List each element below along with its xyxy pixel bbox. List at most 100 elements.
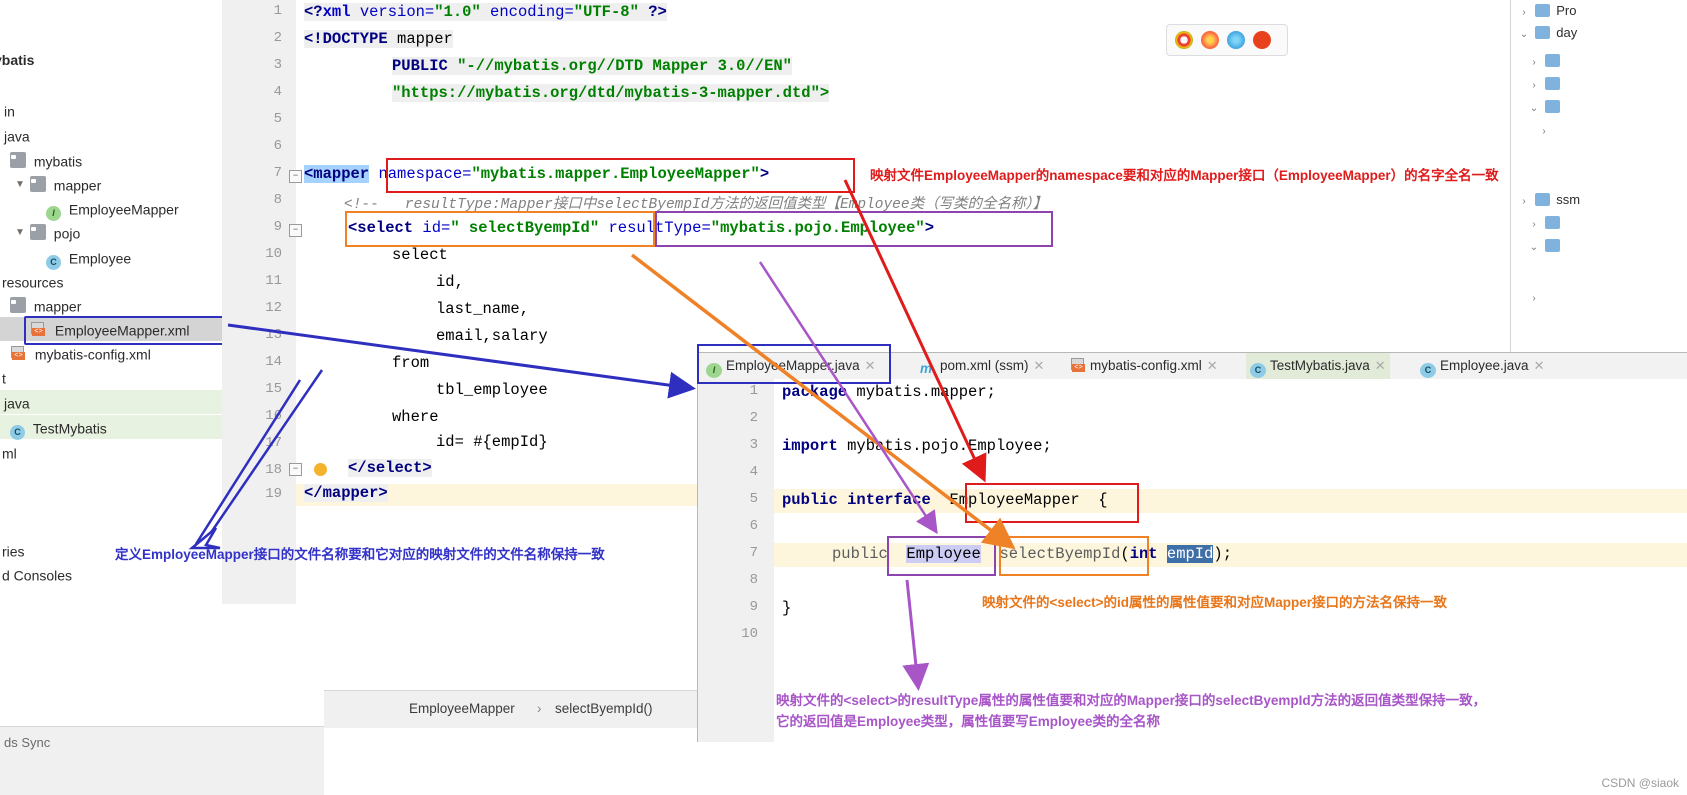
xml-token: ?> [638, 3, 667, 21]
tab-mybatis-config-xml[interactable]: <> mybatis-config.xml ✕ [1066, 353, 1222, 379]
right-strip-row-day[interactable]: ⌄ day [1517, 22, 1577, 44]
line-number: 8 [273, 192, 282, 208]
xml-line-15: tbl_employee [436, 381, 548, 399]
xml-token: <!DOCTYPE [304, 30, 388, 48]
sidebar-item-ml[interactable]: ml [0, 440, 222, 464]
xml-gutter: 1 2 3 4 5 6 7 8 9 10 11 12 13 14 15 16 1… [222, 0, 297, 604]
bottom-status-bar: ds Sync [0, 726, 324, 795]
java-token: public [782, 491, 838, 509]
chevron-right-icon[interactable]: › [1517, 191, 1531, 213]
breadcrumb-separator: › [537, 701, 542, 716]
right-strip-row-5[interactable]: ⌄ [1527, 96, 1563, 118]
java-token: mybatis.pojo.Employee; [837, 437, 1052, 455]
close-icon[interactable]: ✕ [1207, 358, 1218, 373]
close-icon[interactable]: ✕ [1534, 358, 1545, 373]
line-number: 6 [273, 138, 282, 154]
sidebar-item-employeemapper[interactable]: I EmployeeMapper [0, 196, 222, 221]
edge-icon[interactable] [1227, 31, 1245, 49]
xml-token: version= [350, 3, 435, 21]
tab-employee-java[interactable]: C Employee.java ✕ [1416, 353, 1548, 379]
chevron-right-icon[interactable]: › [1537, 121, 1551, 143]
right-strip-label: day [1556, 25, 1578, 40]
annotation-box-interface-name [965, 483, 1139, 523]
sidebar-item-pojo[interactable]: ▼ pojo [0, 220, 222, 244]
firefox-icon[interactable] [1201, 31, 1219, 49]
module-icon [1544, 77, 1560, 90]
xml-line-18: </select> [348, 459, 432, 477]
chevron-down-icon[interactable]: ⌄ [1527, 98, 1541, 120]
right-tool-strip[interactable]: › Pro ⌄ day › › ⌄ › › ssm › ⌄ › [1510, 0, 1687, 352]
fold-marker[interactable]: − [289, 224, 302, 237]
java-token: public [832, 545, 888, 563]
line-number: 12 [265, 300, 282, 316]
tab-testmybatis-java[interactable]: C TestMybatis.java ✕ [1246, 353, 1390, 379]
java-token: interface [847, 491, 931, 509]
java-line-9: } [782, 599, 792, 617]
sidebar-item-testmybatis[interactable]: C TestMybatis [0, 415, 222, 440]
sidebar-item-consoles[interactable]: d Consoles [0, 562, 222, 586]
sidebar-item-mybatis[interactable]: mybatis [0, 148, 222, 172]
xml-line-11: id, [436, 273, 464, 291]
close-icon[interactable]: ✕ [1034, 358, 1045, 373]
sidebar-item-java[interactable]: java [0, 123, 222, 147]
line-number: 16 [265, 408, 282, 424]
chevron-right-icon[interactable]: › [1527, 288, 1541, 310]
xml-line-16: where [392, 408, 439, 426]
annotation-file-name-note: 定义EmployeeMapper接口的文件名称要和它对应的映射文件的文件名称保持… [115, 547, 605, 562]
right-strip-row-pro[interactable]: › Pro [1517, 0, 1576, 22]
chevron-down-icon[interactable]: ▼ [14, 173, 26, 197]
breadcrumb-bar[interactable]: EmployeeMapper › selectByempId() [324, 690, 697, 728]
sidebar-item-mapper[interactable]: ▼ mapper [0, 172, 222, 196]
chevron-right-icon[interactable]: › [1527, 52, 1541, 74]
fold-marker[interactable]: − [289, 170, 302, 183]
sidebar-item-in[interactable]: in [0, 98, 222, 122]
line-number: 14 [265, 354, 282, 370]
sidebar-item-resources[interactable]: resources [0, 269, 222, 293]
right-strip-row-9[interactable]: ⌄ [1527, 235, 1563, 257]
opera-icon[interactable] [1253, 31, 1271, 49]
chevron-down-icon[interactable]: ⌄ [1527, 237, 1541, 259]
line-number: 1 [749, 383, 758, 399]
folder-icon [10, 297, 26, 313]
xml-token: </mapper> [304, 484, 388, 502]
xml-token: "-//mybatis.org//DTD Mapper 3.0//EN" [457, 57, 792, 75]
line-number: 5 [273, 111, 282, 127]
xml-line-2: <!DOCTYPE mapper [304, 30, 453, 48]
sidebar-item-employee[interactable]: C Employee [0, 245, 222, 270]
close-icon[interactable]: ✕ [1375, 358, 1386, 373]
right-strip-row-8[interactable]: › [1527, 212, 1563, 234]
browser-preview-toolbar[interactable] [1166, 24, 1288, 56]
xml-token: <mapper [304, 165, 370, 183]
chevron-right-icon[interactable]: › [1517, 2, 1531, 24]
sidebar-item-mapper-res[interactable]: mapper [0, 293, 222, 317]
fold-marker[interactable]: − [289, 463, 302, 476]
chevron-down-icon[interactable]: ▼ [14, 221, 26, 245]
right-strip-row-10[interactable]: › [1527, 286, 1541, 308]
project-sidebar[interactable]: ybatis in java mybatis ▼ mapper I Employ… [0, 0, 223, 604]
watermark-label: CSDN @siaok [1601, 776, 1679, 790]
right-strip-row-3[interactable]: › [1527, 50, 1563, 72]
chevron-right-icon[interactable]: › [1527, 214, 1541, 236]
xml-line-12: last_name, [436, 300, 530, 318]
annotation-box-select-id [345, 211, 655, 247]
right-strip-row-ssm[interactable]: › ssm [1517, 189, 1580, 211]
sidebar-item-java-test[interactable]: java [0, 390, 222, 414]
tab-pom-xml[interactable]: m pom.xml (ssm) ✕ [916, 353, 1048, 379]
breadcrumb-item-class[interactable]: EmployeeMapper [409, 701, 515, 716]
chrome-icon[interactable] [1175, 31, 1193, 49]
breadcrumb-item-method[interactable]: selectByempId() [555, 701, 653, 716]
line-number: 13 [265, 327, 282, 343]
line-number: 15 [265, 381, 282, 397]
chevron-down-icon[interactable]: ⌄ [1517, 24, 1531, 46]
xml-token: "1.0" [434, 3, 481, 21]
right-strip-row-6[interactable]: › [1537, 119, 1551, 141]
right-strip-row-4[interactable]: › [1527, 73, 1563, 95]
chevron-right-icon[interactable]: › [1527, 75, 1541, 97]
java-gutter: 1 2 3 4 5 6 7 8 9 10 [698, 379, 775, 742]
line-number: 6 [749, 518, 758, 534]
java-editor-panel[interactable]: I EmployeeMapper.java ✕ m pom.xml (ssm) ✕ <>… [697, 352, 1687, 742]
xml-token: <? [304, 3, 323, 21]
sidebar-item-t[interactable]: t [0, 365, 222, 389]
intention-bulb-icon[interactable] [314, 463, 327, 476]
class-icon: C [1420, 363, 1436, 378]
